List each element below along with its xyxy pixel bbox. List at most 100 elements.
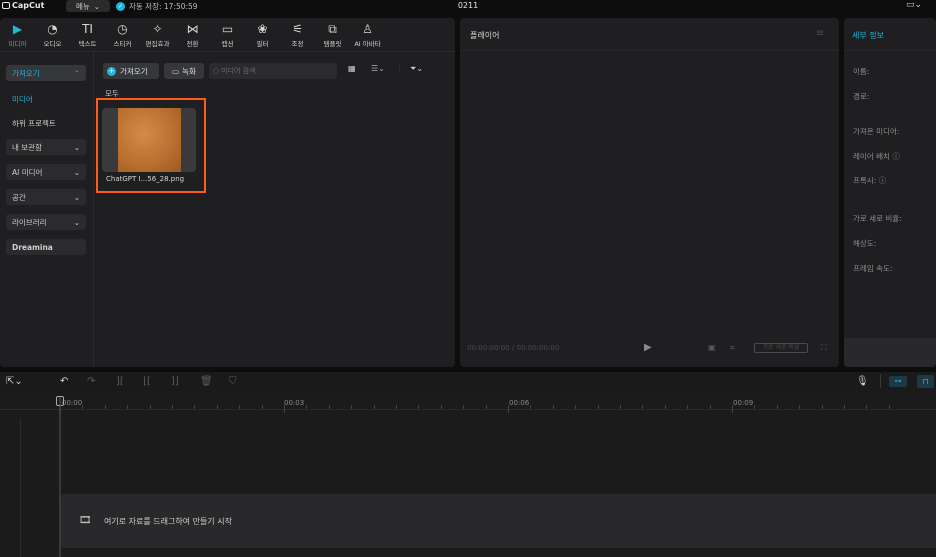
sidebar-item-media[interactable]: 미디어 [12,94,33,105]
aspect-ratio-button[interactable]: 가로 세로 비율 [754,343,808,353]
tab-label: 미디어 [8,40,27,48]
tab-effects[interactable]: ✧ 편집효과 [140,22,175,50]
ruler-tick [284,405,285,413]
sidebar-item-ai-media[interactable]: AI 미디어 ⌄ [6,164,86,180]
sidebar-divider [93,52,94,367]
snapshot-icon[interactable]: ▣ [708,343,716,352]
text-icon: TI [82,22,93,36]
sidebar-item-label: 내 보관함 [12,142,42,152]
sidebar-item-subproject[interactable]: 하위 프로젝트 [12,118,56,129]
ruler-label: 00:06 [509,399,530,407]
ruler-tick [440,405,442,409]
redo-icon[interactable]: ↷ [87,376,95,387]
microphone-icon[interactable]: 🎙 [856,376,869,387]
ruler-tick [418,405,420,409]
tab-caption[interactable]: ▭ 캡션 [210,22,245,50]
sort-icon[interactable]: ☰⌄ [371,64,385,73]
search-placeholder: 미디어 검색 [221,67,256,75]
delete-icon[interactable]: 🗑 [200,376,213,387]
ruler-tick [82,405,84,409]
detail-label-framerate: 프레임 속도: [853,264,893,273]
ruler-tick [642,405,644,409]
timeline-separator [880,374,881,388]
crop-icon[interactable]: ⌗ [730,343,735,353]
adjust-icon: ⚟ [292,22,303,36]
toolbar-divider [0,51,455,52]
ruler-tick [149,405,151,409]
tab-sticker[interactable]: ◷ 스티커 [105,22,140,50]
project-title[interactable]: 0211 [0,1,936,10]
details-footer [844,338,936,367]
link-icon[interactable]: ⊶ [889,376,907,387]
ruler-tick [552,405,554,409]
ruler-tick [844,405,845,409]
filter-icon[interactable]: ⏷⌄ [410,64,423,74]
grid-view-icon[interactable]: ▦ [348,64,356,73]
tab-filter[interactable]: ❀ 필터 [245,22,280,50]
split-left-icon[interactable]: ⌊[ [143,376,151,387]
toolbar-separator: | [398,64,401,73]
ruler-tick [754,405,756,409]
magnet-icon[interactable]: ⊓ [917,375,934,388]
import-label: 가져오기 [120,66,148,76]
ruler-tick [104,405,106,409]
ruler-tick [732,405,733,413]
ruler-tick [620,405,621,409]
sidebar-item-my-storage[interactable]: 내 보관함 ⌄ [6,139,86,155]
sidebar-item-space[interactable]: 공간 ⌄ [6,189,86,205]
record-button[interactable]: ▭ 녹화 [164,63,204,79]
sidebar-item-library[interactable]: 라이브러리 ⌄ [6,214,86,230]
player-title: 플레이어 [470,31,500,40]
detail-label-name: 이름: [853,67,870,76]
chevron-up-icon: ⌃ [73,68,80,78]
tab-label: 캡션 [221,40,234,48]
tab-ai-avatar[interactable]: ♙ AI 아바타 [350,22,385,50]
play-icon[interactable]: ▶ [644,342,652,353]
sidebar-item-dreamina[interactable]: Dreamina [6,239,86,255]
tab-label: 조정 [291,40,304,48]
caption-icon: ▭ [221,22,234,36]
drop-zone-text: 여기로 자료를 드래그하여 만들기 시작 [104,517,232,526]
split-right-icon[interactable]: ]⌋ [171,376,179,387]
layout-icon[interactable]: ▭⌄ [906,0,922,10]
ruler-tick [60,405,61,413]
detail-label-layer: 레이어 배치 ⓘ [853,152,900,161]
selection-highlight [96,98,206,193]
fullscreen-icon[interactable]: ⛶ [821,343,827,353]
player-timecode: 00:00:00:00 / 00:00:00:00 [467,344,560,352]
menu-icon[interactable]: ≡ [816,28,824,39]
tab-audio[interactable]: ◔ 오디오 [35,22,70,50]
tab-transition[interactable]: ⋈ 전환 [175,22,210,50]
sidebar-item-import[interactable]: 가져오기 ⌃ [6,65,86,81]
effects-icon: ✧ [152,22,163,36]
search-icon: ○ [213,67,220,75]
ruler-tick [597,405,599,409]
split-icon[interactable]: ][ [116,376,124,387]
ruler-tick [776,405,778,409]
template-icon: ⧉ [328,22,337,36]
tab-label: 텍스트 [78,40,97,48]
shield-icon[interactable]: ⛉ [229,376,237,387]
details-title: 세부 정보 [852,31,884,40]
tab-adjust[interactable]: ⚟ 조정 [280,22,315,50]
cursor-icon[interactable]: ⇱⌄ [6,376,23,387]
tab-media[interactable]: ▶ 미디어 [0,22,35,50]
ruler-tick [687,405,689,409]
undo-icon[interactable]: ↶ [60,376,68,387]
ruler-tick [127,405,129,409]
tab-text[interactable]: TI 텍스트 [70,22,105,50]
record-label: 녹화 [182,66,196,76]
ruler-tick [866,405,868,409]
tab-template[interactable]: ⧉ 템플릿 [315,22,350,50]
ruler-tick [799,405,801,409]
chevron-down-icon: ⌄ [73,217,80,227]
import-button[interactable]: + 가져오기 [103,63,159,79]
search-input[interactable]: ○ 미디어 검색 [209,63,337,79]
ruler-tick [239,405,241,409]
ruler-tick [351,405,353,409]
timeline-toolbar [0,372,936,394]
asset-toolbar: ▶ 미디어 ◔ 오디오 TI 텍스트 ◷ 스티커 ✧ 편집효과 ⋈ 전환 ▭ 캡션 ❀ 필터 ⚟… [0,22,455,50]
time-ruler[interactable] [0,394,936,410]
transition-icon: ⋈ [186,22,199,36]
ruler-tick [328,405,330,409]
